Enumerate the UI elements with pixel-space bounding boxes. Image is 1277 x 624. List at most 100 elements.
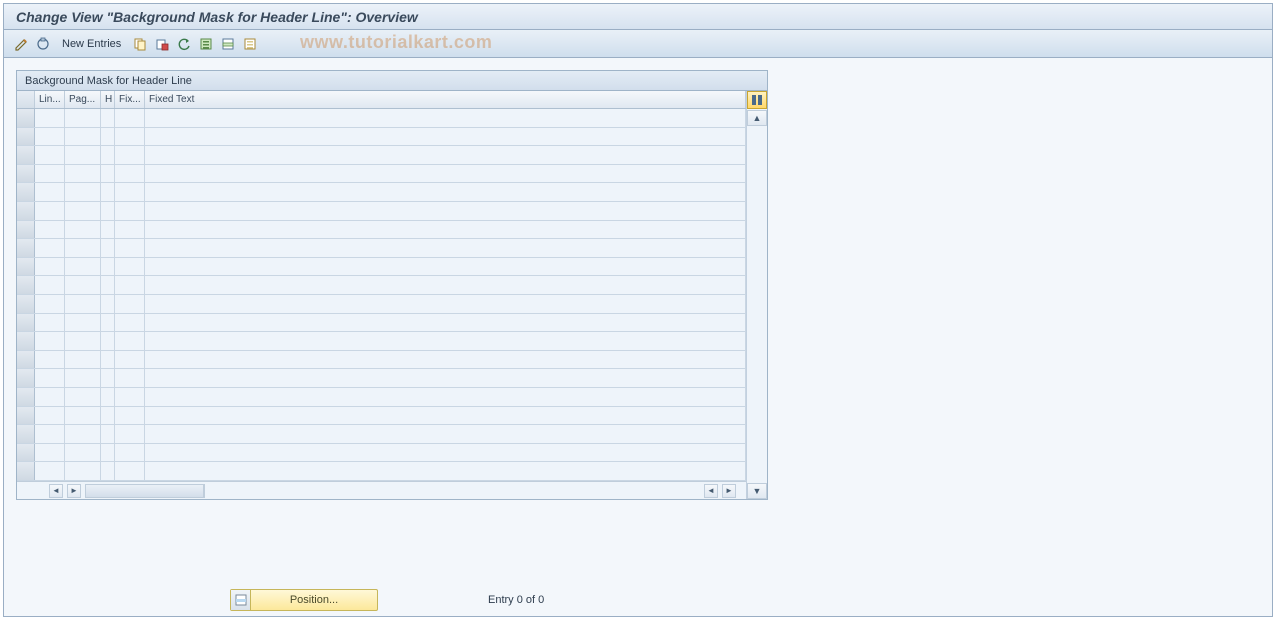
- table-row[interactable]: [17, 109, 746, 128]
- hscroll-thumb[interactable]: [86, 485, 204, 497]
- cell[interactable]: [35, 276, 65, 294]
- table-row[interactable]: [17, 462, 746, 481]
- cell[interactable]: [101, 369, 115, 387]
- table-row[interactable]: [17, 332, 746, 351]
- row-selector[interactable]: [17, 146, 35, 164]
- cell[interactable]: [115, 407, 145, 425]
- cell[interactable]: [35, 128, 65, 146]
- row-selector[interactable]: [17, 388, 35, 406]
- undo-icon[interactable]: [175, 35, 193, 53]
- cell[interactable]: [35, 388, 65, 406]
- cell[interactable]: [35, 444, 65, 462]
- table-row[interactable]: [17, 202, 746, 221]
- cell[interactable]: [101, 444, 115, 462]
- table-row[interactable]: [17, 444, 746, 463]
- cell[interactable]: [145, 221, 746, 239]
- cell[interactable]: [115, 425, 145, 443]
- row-selector[interactable]: [17, 351, 35, 369]
- cell[interactable]: [35, 314, 65, 332]
- cell[interactable]: [145, 388, 746, 406]
- cell[interactable]: [145, 109, 746, 127]
- cell[interactable]: [65, 165, 101, 183]
- cell[interactable]: [65, 462, 101, 480]
- row-selector[interactable]: [17, 202, 35, 220]
- hscroll-right-end-button[interactable]: ►: [722, 484, 736, 498]
- hscroll-left-end-button[interactable]: ◄: [704, 484, 718, 498]
- hscroll-right-button[interactable]: ►: [67, 484, 81, 498]
- cell[interactable]: [101, 202, 115, 220]
- cell[interactable]: [65, 128, 101, 146]
- cell[interactable]: [101, 332, 115, 350]
- cell[interactable]: [101, 258, 115, 276]
- row-selector[interactable]: [17, 183, 35, 201]
- cell[interactable]: [145, 425, 746, 443]
- table-row[interactable]: [17, 239, 746, 258]
- cell[interactable]: [101, 276, 115, 294]
- cell[interactable]: [145, 295, 746, 313]
- cell[interactable]: [145, 183, 746, 201]
- row-selector[interactable]: [17, 425, 35, 443]
- row-selector[interactable]: [17, 444, 35, 462]
- column-fixed-text[interactable]: Fixed Text: [145, 91, 746, 108]
- cell[interactable]: [115, 295, 145, 313]
- row-selector[interactable]: [17, 109, 35, 127]
- cell[interactable]: [115, 202, 145, 220]
- cell[interactable]: [101, 146, 115, 164]
- cell[interactable]: [35, 239, 65, 257]
- toggle-change-icon[interactable]: [12, 35, 30, 53]
- cell[interactable]: [35, 109, 65, 127]
- cell[interactable]: [115, 146, 145, 164]
- new-entries-button[interactable]: New Entries: [56, 36, 127, 52]
- table-row[interactable]: [17, 258, 746, 277]
- cell[interactable]: [101, 128, 115, 146]
- cell[interactable]: [115, 183, 145, 201]
- cell[interactable]: [145, 146, 746, 164]
- position-button[interactable]: Position...: [230, 589, 378, 611]
- column-lin[interactable]: Lin...: [35, 91, 65, 108]
- table-row[interactable]: [17, 425, 746, 444]
- cell[interactable]: [115, 444, 145, 462]
- cell[interactable]: [65, 351, 101, 369]
- cell[interactable]: [101, 388, 115, 406]
- table-row[interactable]: [17, 314, 746, 333]
- cell[interactable]: [115, 314, 145, 332]
- cell[interactable]: [145, 165, 746, 183]
- cell[interactable]: [65, 202, 101, 220]
- table-row[interactable]: [17, 221, 746, 240]
- configure-columns-button[interactable]: [747, 91, 767, 109]
- cell[interactable]: [65, 369, 101, 387]
- cell[interactable]: [101, 462, 115, 480]
- cell[interactable]: [145, 276, 746, 294]
- cell[interactable]: [65, 388, 101, 406]
- cell[interactable]: [115, 165, 145, 183]
- table-row[interactable]: [17, 128, 746, 147]
- cell[interactable]: [65, 183, 101, 201]
- cell[interactable]: [115, 109, 145, 127]
- cell[interactable]: [65, 146, 101, 164]
- cell[interactable]: [145, 202, 746, 220]
- cell[interactable]: [35, 462, 65, 480]
- cell[interactable]: [35, 351, 65, 369]
- cell[interactable]: [65, 295, 101, 313]
- other-view-icon[interactable]: [34, 35, 52, 53]
- row-selector[interactable]: [17, 369, 35, 387]
- table-row[interactable]: [17, 276, 746, 295]
- cell[interactable]: [35, 407, 65, 425]
- cell[interactable]: [115, 221, 145, 239]
- table-row[interactable]: [17, 351, 746, 370]
- row-selector[interactable]: [17, 165, 35, 183]
- cell[interactable]: [35, 165, 65, 183]
- row-selector[interactable]: [17, 295, 35, 313]
- select-all-icon[interactable]: [197, 35, 215, 53]
- select-block-icon[interactable]: [219, 35, 237, 53]
- cell[interactable]: [65, 221, 101, 239]
- row-selector[interactable]: [17, 128, 35, 146]
- cell[interactable]: [65, 239, 101, 257]
- cell[interactable]: [115, 351, 145, 369]
- table-row[interactable]: [17, 388, 746, 407]
- cell[interactable]: [115, 239, 145, 257]
- cell[interactable]: [65, 276, 101, 294]
- cell[interactable]: [115, 388, 145, 406]
- cell[interactable]: [115, 128, 145, 146]
- cell[interactable]: [145, 407, 746, 425]
